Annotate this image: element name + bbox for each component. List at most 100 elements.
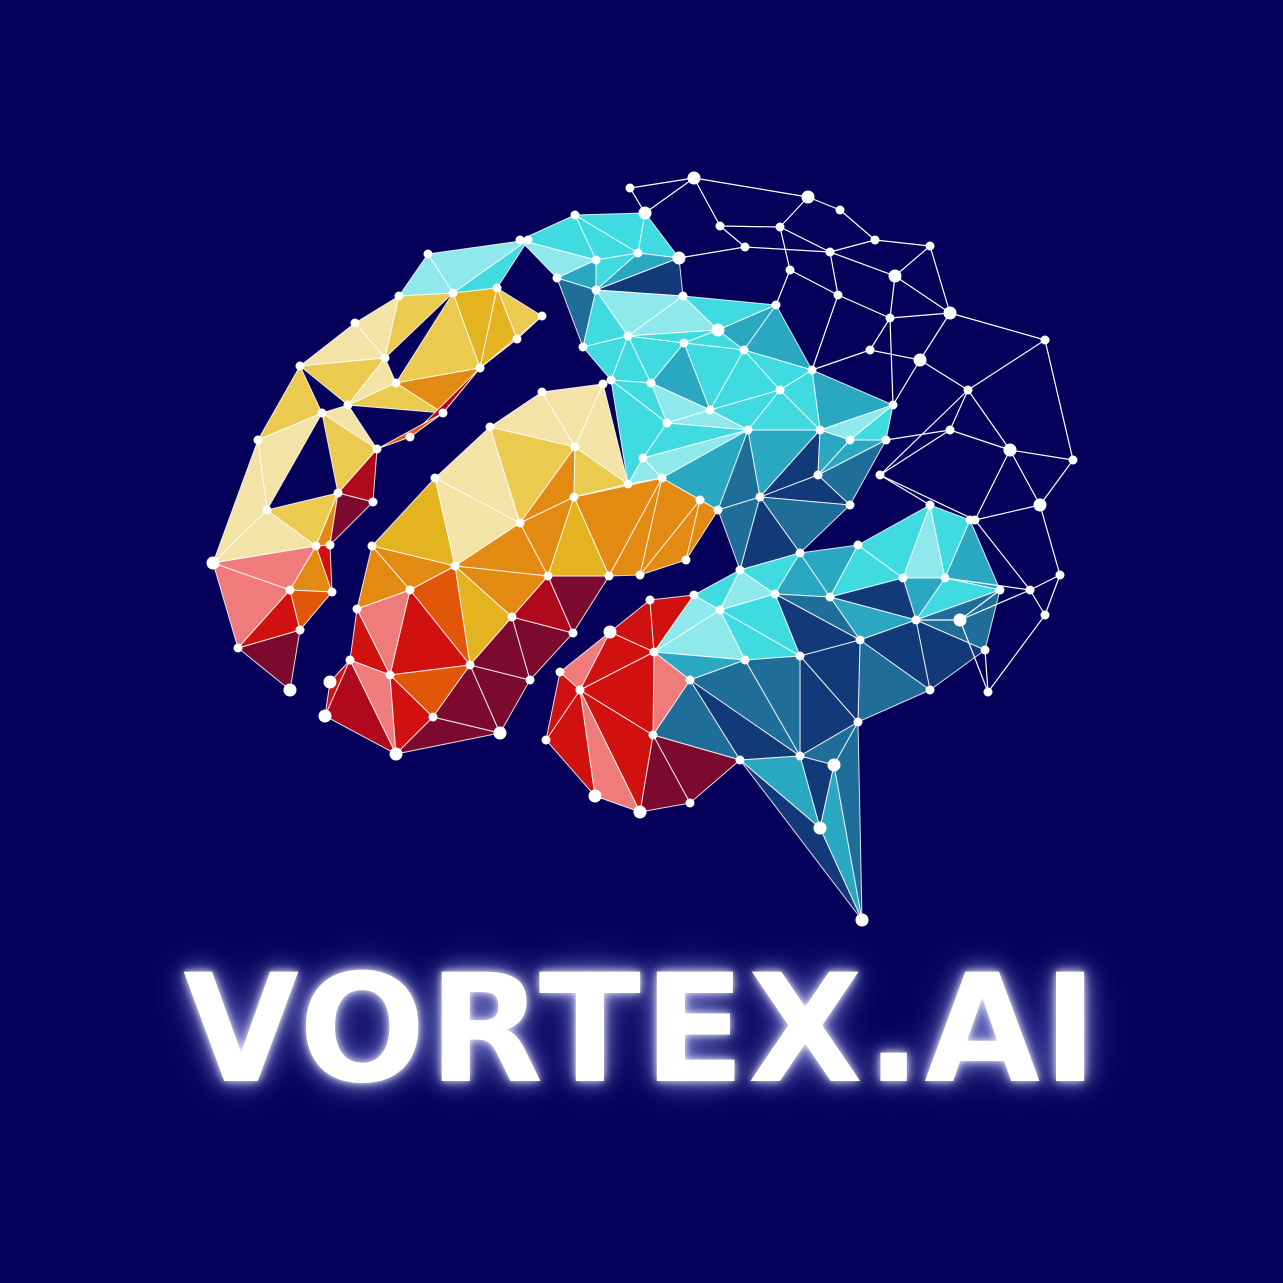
brain-node [815,425,825,435]
brain-node [206,556,220,570]
brain-node [1003,443,1017,457]
brain-node [672,251,686,265]
brain-node [591,255,601,265]
brain-node [575,685,585,695]
brain-node [645,595,655,605]
brain-node [323,675,337,689]
brain-node [980,645,990,655]
brain-node [785,265,795,275]
brain-node [578,342,588,352]
brain-node [638,453,648,463]
brain-node [995,585,1005,595]
brain-node [705,405,715,415]
brain-node [448,288,458,298]
brain-node [604,571,614,581]
brain-node [813,470,823,480]
brain-node [465,660,475,670]
brain-node [635,570,645,580]
brain-node [740,655,750,665]
brain-node [327,587,337,597]
brain-node [646,378,656,388]
brain-node [945,425,955,435]
brain-node [657,473,667,483]
brain-node [1033,498,1047,512]
brain-node [623,479,633,489]
brain-node [755,492,765,502]
brain-node [685,798,695,808]
brain-node [492,283,502,293]
brain-node [606,375,616,385]
brain-node [430,473,440,483]
brain-node [1040,610,1050,620]
brain-node [570,210,580,220]
brain-node [537,311,547,321]
brain-node [372,444,382,454]
brain-node [711,323,725,337]
brain-node [603,625,617,639]
brain-node [695,495,705,505]
brain-node [543,571,553,581]
logo-canvas: VORTEX.AI [0,0,1283,1283]
brain-node [295,625,305,635]
brain-node [588,789,602,803]
brain-node [343,400,353,410]
brain-node [541,735,551,745]
brain-node [681,555,691,565]
brain-node [825,592,835,602]
brain-node [507,612,517,622]
brain-node [428,712,438,722]
brain-node [888,269,902,283]
brain-node [515,518,525,528]
brain-node [318,709,332,723]
brain-node [881,435,891,445]
brain-node [233,643,243,653]
brain-node [813,821,827,835]
brain-node [771,300,781,310]
brain-node [925,241,935,251]
brain-node [389,747,403,761]
brain-node [775,385,785,395]
brain-node [845,500,855,510]
brain-node [970,515,980,525]
brain-node [438,408,448,418]
brain-node [385,670,395,680]
brain-node [888,400,898,410]
brain-node [352,604,362,614]
brain-node [795,651,805,661]
brain-node [485,422,495,432]
brain-node [713,505,723,515]
brain-node [380,353,390,363]
brain-node [898,573,908,583]
brain-node [827,758,841,772]
brain-node [633,248,643,258]
brain-node [394,291,404,301]
brain-node [685,675,695,685]
brain-node [735,565,745,575]
brain-node [885,313,895,323]
brain-node [835,205,845,215]
brain-node [648,730,658,740]
brain-node [913,353,927,367]
brain-node [687,171,701,185]
brain-node [853,717,863,727]
brain-node [679,338,689,348]
brain-node [450,561,460,571]
brain-node [333,488,343,498]
brain-node [350,318,360,328]
brain-node [391,378,401,388]
brain-node [801,190,815,204]
brain-node [743,425,753,435]
brain-node [253,435,263,445]
brain-node [317,408,327,418]
brain-node [689,590,699,600]
brain-node [865,345,875,355]
brain-node [625,183,635,193]
brain-node [525,675,535,685]
brain-node [740,242,750,252]
brain-node [775,222,785,232]
brain-node [623,331,633,341]
brain-node [285,585,295,595]
brain-node [1055,570,1065,580]
brain-node [598,379,608,389]
brain-node [649,647,659,657]
